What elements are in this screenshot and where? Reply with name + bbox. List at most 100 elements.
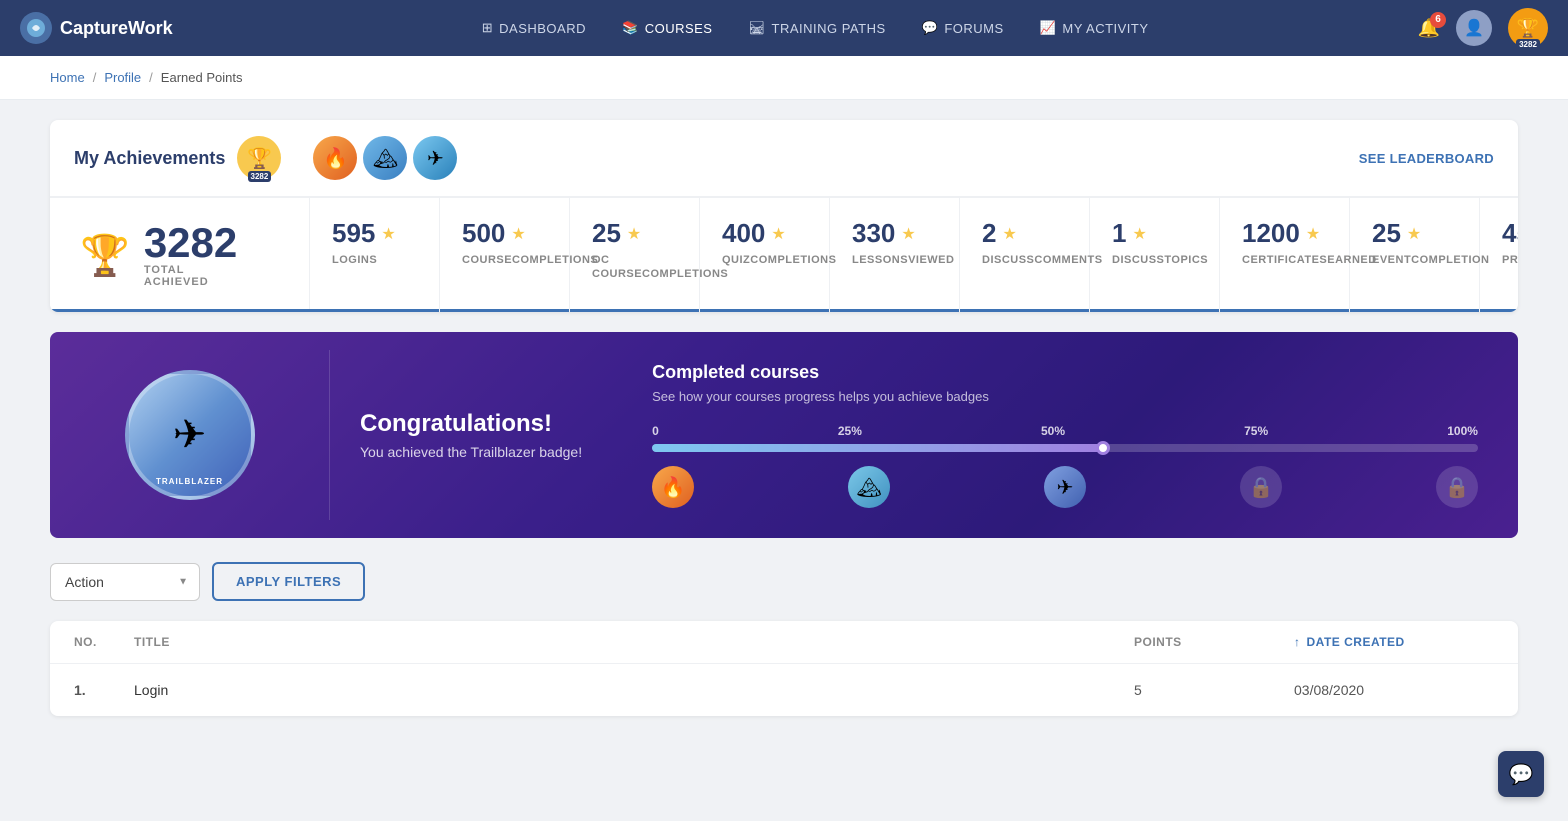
stat-item-7: 1200 ★ CERTIFICATESEARNED bbox=[1220, 198, 1350, 312]
progress-subtitle: See how your courses progress helps you … bbox=[652, 389, 1478, 404]
sort-up-icon: ↑ bbox=[1294, 635, 1301, 649]
milestone-mountain: 🏔 bbox=[848, 466, 890, 508]
see-leaderboard-link[interactable]: SEE LEADERBOARD bbox=[1359, 151, 1494, 166]
path-icon: 🛤 bbox=[748, 20, 765, 36]
stat-star-3: ★ bbox=[771, 224, 785, 244]
progress-track bbox=[652, 444, 1478, 452]
progress-title: Completed courses bbox=[652, 362, 1478, 383]
stats-items: 595 ★ LOGINS 500 ★ COURSECOMPLETIONS 25 … bbox=[310, 198, 1518, 312]
action-select-wrapper: Action Option 1 Option 2 bbox=[50, 563, 200, 601]
row-1-points: 5 bbox=[1134, 682, 1294, 698]
milestone-locked-1-badge: 🔒 bbox=[1240, 466, 1282, 508]
table-row: 1. Login 5 03/08/2020 bbox=[50, 664, 1518, 716]
milestone-locked-2: 🔒 bbox=[1436, 466, 1478, 508]
progress-track-container: 0 25% 50% 75% 100% 🔥 🏔 bbox=[652, 424, 1478, 508]
milestone-fire: 🔥 bbox=[652, 466, 694, 508]
col-header-title: TITLE bbox=[134, 635, 1134, 649]
breadcrumb-profile[interactable]: Profile bbox=[104, 70, 141, 85]
brand-name: CaptureWork bbox=[60, 18, 173, 39]
forum-icon: 💬 bbox=[922, 20, 939, 36]
user-trophy[interactable]: 🏆 3282 bbox=[1508, 8, 1548, 48]
milestone-trailblazer-badge: ✈ bbox=[1044, 466, 1086, 508]
points-table: NO. TITLE POINTS ↑ DATE CREATED 1. Login… bbox=[50, 621, 1518, 716]
row-1-no: 1. bbox=[74, 682, 134, 698]
trailblazer-badge: ✈ TRAILBLAZER bbox=[125, 370, 255, 500]
stat-total: 🏆 3282 TOTAL ACHIEVED bbox=[50, 198, 310, 312]
stat-star-1: ★ bbox=[511, 224, 525, 244]
stat-item-1: 500 ★ COURSECOMPLETIONS bbox=[440, 198, 570, 312]
stat-star-8: ★ bbox=[1407, 224, 1421, 244]
breadcrumb: Home / Profile / Earned Points bbox=[0, 56, 1568, 100]
stat-lbl-8: EVENTCOMPLETION bbox=[1372, 253, 1490, 267]
stat-total-info: 3282 TOTAL ACHIEVED bbox=[144, 222, 237, 288]
achievements-heading: My Achievements bbox=[74, 148, 225, 169]
col-header-no: NO. bbox=[74, 635, 134, 649]
stat-item-3: 400 ★ QUIZCOMPLETIONS bbox=[700, 198, 830, 312]
progress-dot bbox=[1096, 441, 1110, 455]
stat-item-0: 595 ★ LOGINS bbox=[310, 198, 440, 312]
nav-dashboard[interactable]: ⊞ DASHBOARD bbox=[466, 12, 602, 44]
stat-lbl-4: LESSONSVIEWED bbox=[852, 253, 954, 267]
activity-icon: 📈 bbox=[1040, 20, 1057, 36]
trophy-score: 3282 bbox=[1516, 39, 1540, 50]
stat-num-7: 1200 bbox=[1242, 218, 1300, 249]
nav-training-paths[interactable]: 🛤 TRAINING PATHS bbox=[732, 12, 901, 44]
achievements-header: My Achievements 🏆 3282 🔥 🏔 ✈ SEE LEADERB… bbox=[50, 120, 1518, 197]
stat-star-6: ★ bbox=[1132, 224, 1146, 244]
banner-subtitle: You achieved the Trailblazer badge! bbox=[360, 444, 582, 460]
navbar: CaptureWork ⊞ DASHBOARD 📚 COURSES 🛤 TRAI… bbox=[0, 0, 1568, 56]
breadcrumb-current: Earned Points bbox=[161, 70, 243, 85]
stat-item-5: 2 ★ DISCUSSCOMMENTS bbox=[960, 198, 1090, 312]
badge-plane: ✈ bbox=[413, 136, 457, 180]
milestone-locked-1: 🔒 bbox=[1240, 466, 1282, 508]
badge-fire: 🔥 bbox=[313, 136, 357, 180]
stat-item-6: 1 ★ DISCUSSTOPICS bbox=[1090, 198, 1220, 312]
main-content: My Achievements 🏆 3282 🔥 🏔 ✈ SEE LEADERB… bbox=[0, 100, 1568, 736]
stat-num-2: 25 bbox=[592, 218, 621, 249]
col-header-date[interactable]: ↑ DATE CREATED bbox=[1294, 635, 1494, 649]
stat-num-9: 45 bbox=[1502, 218, 1518, 249]
filter-row: Action Option 1 Option 2 APPLY FILTERS bbox=[50, 562, 1518, 601]
stat-num-8: 25 bbox=[1372, 218, 1401, 249]
grid-icon: ⊞ bbox=[482, 20, 493, 36]
banner-badge-area: ✈ TRAILBLAZER bbox=[50, 350, 330, 520]
stat-item-9: 45 ★ PROPIC bbox=[1480, 198, 1518, 312]
total-label: TOTAL ACHIEVED bbox=[144, 264, 237, 288]
achievements-trophy-score: 3282 bbox=[248, 171, 272, 182]
stat-lbl-5: DISCUSSCOMMENTS bbox=[982, 253, 1103, 267]
table-header: NO. TITLE POINTS ↑ DATE CREATED bbox=[50, 621, 1518, 664]
nav-forums[interactable]: 💬 FORUMS bbox=[906, 12, 1020, 44]
chat-button[interactable]: 💬 bbox=[1498, 751, 1544, 797]
nav-links: ⊞ DASHBOARD 📚 COURSES 🛤 TRAINING PATHS 💬… bbox=[213, 12, 1418, 44]
breadcrumb-home[interactable]: Home bbox=[50, 70, 85, 85]
badge-mountain: 🏔 bbox=[363, 136, 407, 180]
total-number: 3282 bbox=[144, 222, 237, 264]
stat-lbl-6: DISCUSSTOPICS bbox=[1112, 253, 1208, 267]
stats-strip: 🏆 3282 TOTAL ACHIEVED 595 ★ LOGINS bbox=[50, 197, 1518, 312]
brand-logo[interactable]: CaptureWork bbox=[20, 12, 173, 44]
stat-star-5: ★ bbox=[1002, 224, 1016, 244]
row-1-date: 03/08/2020 bbox=[1294, 682, 1494, 698]
stat-star-0: ★ bbox=[381, 224, 395, 244]
notification-bell[interactable]: 🔔 6 bbox=[1418, 18, 1440, 39]
nav-my-activity[interactable]: 📈 MY ACTIVITY bbox=[1024, 12, 1165, 44]
col-header-points: POINTS bbox=[1134, 635, 1294, 649]
chat-icon: 💬 bbox=[1509, 762, 1534, 787]
bell-badge: 6 bbox=[1430, 12, 1446, 28]
apply-filters-button[interactable]: APPLY FILTERS bbox=[212, 562, 365, 601]
milestone-mountain-badge: 🏔 bbox=[848, 466, 890, 508]
badge-banner: ✈ TRAILBLAZER Congratulations! You achie… bbox=[50, 332, 1518, 538]
stat-lbl-0: LOGINS bbox=[332, 253, 377, 267]
stat-lbl-9: PROPIC bbox=[1502, 253, 1518, 267]
milestone-trailblazer: ✈ bbox=[1044, 466, 1086, 508]
user-avatar[interactable]: 👤 bbox=[1456, 10, 1492, 46]
stat-star-7: ★ bbox=[1306, 224, 1320, 244]
logo-icon bbox=[20, 12, 52, 44]
nav-courses[interactable]: 📚 COURSES bbox=[606, 12, 728, 44]
breadcrumb-sep-1: / bbox=[93, 70, 97, 85]
action-select[interactable]: Action Option 1 Option 2 bbox=[50, 563, 200, 601]
stat-item-4: 330 ★ LESSONSVIEWED bbox=[830, 198, 960, 312]
stat-num-4: 330 bbox=[852, 218, 895, 249]
stat-num-3: 400 bbox=[722, 218, 765, 249]
progress-milestones: 🔥 🏔 ✈ 🔒 🔒 bbox=[652, 466, 1478, 508]
